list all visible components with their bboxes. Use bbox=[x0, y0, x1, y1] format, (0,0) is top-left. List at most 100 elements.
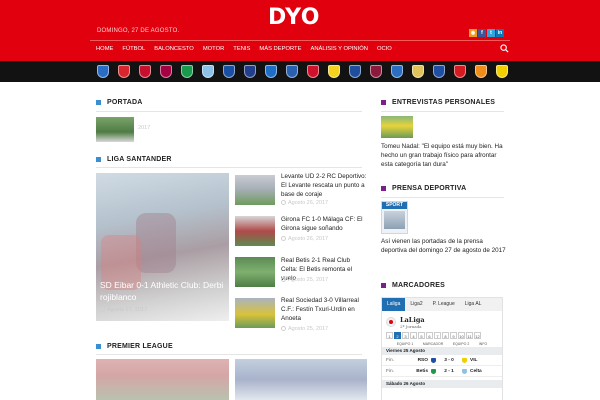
article-thumbnail[interactable] bbox=[235, 298, 275, 328]
table-header: EQUIPO 1 MARCADOR EQUIPO 2 INFO bbox=[382, 340, 502, 347]
rss-icon[interactable]: ◉ bbox=[469, 29, 477, 37]
section-entrevistas: ENTREVISTAS PERSONALES bbox=[381, 99, 495, 106]
article-date: Agosto 26, 2017 bbox=[281, 236, 328, 242]
round-page-button[interactable]: 9 bbox=[450, 331, 457, 339]
clock-icon bbox=[281, 326, 286, 331]
section-marker bbox=[381, 186, 386, 191]
section-portada: PORTADA bbox=[96, 99, 143, 106]
section-title: LIGA SANTANDER bbox=[107, 156, 172, 163]
clock-icon bbox=[281, 236, 286, 241]
round-page-button[interactable]: 12 bbox=[474, 331, 481, 339]
league-tabs: Laliga Liga2 P. League Liga AL bbox=[382, 298, 502, 311]
section-marker bbox=[96, 157, 101, 162]
valencia-crest-icon[interactable] bbox=[475, 65, 487, 78]
clock-icon bbox=[281, 277, 286, 282]
interview-thumbnail[interactable] bbox=[381, 116, 413, 138]
league-header: LaLiga 2ª Jornada bbox=[382, 311, 502, 330]
date-text: Agosto 26, 2017 bbox=[288, 200, 329, 206]
nav-item-motor[interactable]: MOTOR bbox=[203, 46, 224, 52]
section-title: PORTADA bbox=[107, 99, 143, 106]
celta-crest-icon[interactable] bbox=[202, 65, 214, 78]
article-date: Agosto 25, 2017 bbox=[281, 277, 328, 283]
prensa-text[interactable]: Así vienen las portadas de la prensa dep… bbox=[381, 237, 506, 255]
featured-headline[interactable]: SD Eibar 0-1 Athletic Club: Derbi rojibl… bbox=[100, 279, 225, 303]
premier-featured-image[interactable] bbox=[235, 359, 367, 400]
article-title[interactable]: Levante UD 2-2 RC Deportivo: El Levante … bbox=[281, 172, 367, 199]
section-title: ENTREVISTAS PERSONALES bbox=[392, 99, 496, 106]
premier-featured-image[interactable] bbox=[96, 359, 229, 400]
home-crest-icon bbox=[431, 368, 436, 374]
nav-item-baloncesto[interactable]: BALONCESTO bbox=[154, 46, 194, 52]
barcelona-crest-icon[interactable] bbox=[160, 65, 172, 78]
nav-item-futbol[interactable]: FÚTBOL bbox=[122, 46, 145, 52]
interview-text[interactable]: Tomeu Nadal: "El equipo está muy bien. H… bbox=[381, 142, 506, 169]
real-madrid-crest-icon[interactable] bbox=[412, 65, 424, 78]
leganes-crest-icon[interactable] bbox=[349, 65, 361, 78]
day-row: Viernes 25 Agosto bbox=[382, 347, 502, 355]
round-page-button[interactable]: 7 bbox=[434, 331, 441, 339]
espanyol-crest-icon[interactable] bbox=[265, 65, 277, 78]
date-text: Agosto 26, 2017 bbox=[288, 236, 329, 242]
eibar-crest-icon[interactable] bbox=[244, 65, 256, 78]
round-page-button[interactable]: 5 bbox=[418, 331, 425, 339]
twitter-icon[interactable]: t bbox=[487, 29, 495, 37]
villarreal-crest-icon[interactable] bbox=[496, 65, 508, 78]
malaga-crest-icon[interactable] bbox=[391, 65, 403, 78]
match-status: Fin. bbox=[386, 357, 394, 363]
tab-liga2[interactable]: Liga2 bbox=[405, 298, 427, 311]
tab-premier[interactable]: P. League bbox=[428, 298, 460, 311]
section-premier: PREMIER LEAGUE bbox=[96, 343, 173, 350]
round-page-button[interactable]: 10 bbox=[458, 331, 465, 339]
betis-crest-icon[interactable] bbox=[181, 65, 193, 78]
tab-laliga[interactable]: Laliga bbox=[382, 298, 406, 311]
deportivo-crest-icon[interactable] bbox=[223, 65, 235, 78]
match-score: 3 - 0 bbox=[444, 357, 454, 363]
nav-item-ocio[interactable]: OCIO bbox=[377, 46, 392, 52]
alaves-crest-icon[interactable] bbox=[97, 65, 109, 78]
las-palmas-crest-icon[interactable] bbox=[328, 65, 340, 78]
nav-item-tenis[interactable]: TENIS bbox=[233, 46, 250, 52]
tab-liga-al[interactable]: Liga AL bbox=[460, 298, 487, 311]
match-score: 2 - 1 bbox=[444, 368, 454, 374]
league-info: LaLiga 2ª Jornada bbox=[400, 316, 425, 329]
column-header: INFO bbox=[478, 341, 488, 346]
girona-crest-icon[interactable] bbox=[307, 65, 319, 78]
nav-item-home[interactable]: HOME bbox=[96, 46, 113, 52]
article-thumbnail[interactable] bbox=[235, 216, 275, 246]
round-page-button[interactable]: 6 bbox=[426, 331, 433, 339]
round-page-button[interactable]: 1 bbox=[386, 331, 393, 339]
facebook-icon[interactable]: f bbox=[478, 29, 486, 37]
round-page-button[interactable]: 3 bbox=[402, 331, 409, 339]
getafe-crest-icon[interactable] bbox=[286, 65, 298, 78]
date-text: Agosto 27, 2017 bbox=[107, 307, 148, 313]
article-title[interactable]: Real Sociedad 3-0 Villarreal C.F.: Festí… bbox=[281, 296, 367, 323]
round-page-button[interactable]: 2 bbox=[394, 331, 401, 339]
match-status: Fin. bbox=[386, 368, 394, 374]
round-page-button[interactable]: 4 bbox=[410, 331, 417, 339]
site-logo[interactable]: DYO bbox=[268, 5, 320, 30]
match-row[interactable]: Fin. RSO 3 - 0 VIL bbox=[382, 355, 502, 366]
article-thumbnail[interactable] bbox=[235, 175, 275, 205]
real-sociedad-crest-icon[interactable] bbox=[433, 65, 445, 78]
round-page-button[interactable]: 8 bbox=[442, 331, 449, 339]
column-header: EQUIPO 1 bbox=[396, 341, 414, 346]
clock-icon bbox=[281, 200, 286, 205]
round-page-button[interactable]: 11 bbox=[466, 331, 473, 339]
athletic-crest-icon[interactable] bbox=[118, 65, 130, 78]
linkedin-icon[interactable]: in bbox=[496, 29, 504, 37]
sevilla-crest-icon[interactable] bbox=[454, 65, 466, 78]
article-title[interactable]: Girona FC 1-0 Málaga CF: El Girona sigue… bbox=[281, 215, 367, 233]
nav-item-mas-deporte[interactable]: MÁS DEPORTE bbox=[259, 46, 301, 52]
header-date: DOMINGO, 27 DE AGOSTO. bbox=[97, 28, 180, 34]
away-crest-icon bbox=[462, 357, 467, 363]
portada-date: 2017 bbox=[138, 125, 151, 131]
article-thumbnail[interactable] bbox=[235, 257, 275, 287]
search-icon[interactable] bbox=[500, 44, 509, 53]
atletico-crest-icon[interactable] bbox=[139, 65, 151, 78]
newspaper-cover[interactable]: SPORT bbox=[381, 201, 408, 234]
portada-thumbnail[interactable] bbox=[96, 117, 134, 142]
match-row[interactable]: Fin. Betis 2 - 1 Celta bbox=[382, 366, 502, 377]
nav-item-analisis[interactable]: ANÁLISIS Y OPINIÓN bbox=[310, 46, 367, 52]
levante-crest-icon[interactable] bbox=[370, 65, 382, 78]
section-divider bbox=[96, 354, 362, 355]
